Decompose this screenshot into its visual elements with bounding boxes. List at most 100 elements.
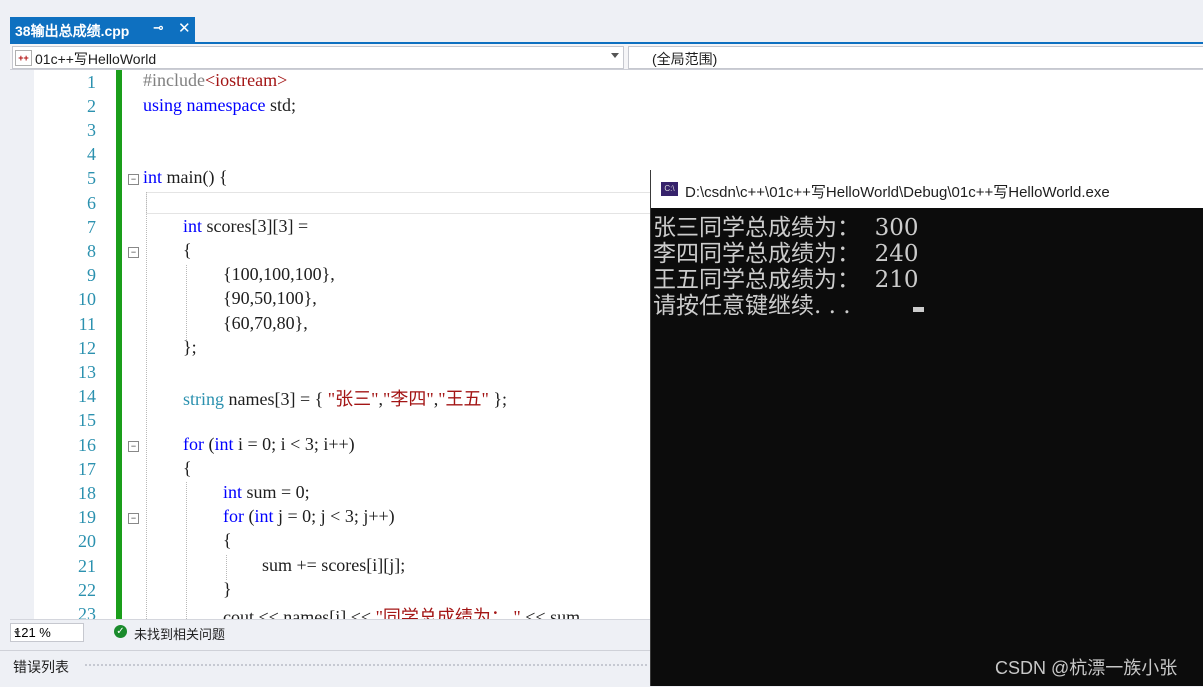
console-icon: C:\ <box>661 182 678 196</box>
code-line-10: {90,50,100}, <box>223 288 317 308</box>
line-number: 4 <box>87 144 96 164</box>
token: sum = 0; <box>246 482 310 502</box>
token: j = 0; j < 3; j++) <box>278 506 395 526</box>
token: for <box>223 506 244 526</box>
console-window[interactable]: C:\ D:\csdn\c++\01c++写HelloWorld\Debug\0… <box>650 170 1203 686</box>
change-tracking-bar <box>116 70 122 619</box>
line-number: 22 <box>78 580 96 600</box>
token: names[3] = { <box>228 389 324 409</box>
line-number: 2 <box>87 96 96 116</box>
code-line-1: #include<iostream> <box>143 70 287 91</box>
token: }; <box>488 389 508 409</box>
watermark: CSDN @杭漂一族小张 <box>995 658 1178 678</box>
token: for <box>183 434 204 454</box>
token: int <box>143 167 163 187</box>
token: namespace <box>186 95 266 115</box>
line-number: 15 <box>78 410 96 430</box>
indent-guide <box>226 555 227 580</box>
line-number: 1 <box>87 72 96 92</box>
issues-status[interactable]: 未找到相关问题 <box>134 624 225 643</box>
code-line-12: }; <box>183 337 197 357</box>
project-name: 01c++写HelloWorld <box>35 51 157 67</box>
console-title-bar[interactable]: C:\ D:\csdn\c++\01c++写HelloWorld\Debug\0… <box>651 170 1203 208</box>
code-line-7: int scores[3][3] = <box>183 216 308 237</box>
token: main() { <box>166 167 228 187</box>
token: "张三" <box>327 389 379 409</box>
line-number: 19 <box>78 507 96 527</box>
navigation-bar: ++ 01c++写HelloWorld (全局范围) <box>10 44 1203 70</box>
line-number: 11 <box>78 314 96 334</box>
line-number: 14 <box>78 386 96 406</box>
code-line-5: int main() { <box>143 167 228 188</box>
indent-guide <box>186 482 187 619</box>
check-circle-icon: ✓ <box>114 625 127 638</box>
code-line-8: { <box>183 240 192 260</box>
collapse-icon[interactable]: − <box>128 174 139 185</box>
console-cursor <box>913 307 924 312</box>
tab-38-cpp[interactable]: 38输出总成绩.cpp ⊸ ✕ <box>10 17 195 42</box>
token: "同学总成绩为： " <box>375 607 521 619</box>
code-line-19: for (int j = 0; j < 3; j++) <box>223 506 395 527</box>
code-line-17: { <box>183 458 192 478</box>
console-title: D:\csdn\c++\01c++写HelloWorld\Debug\01c++… <box>685 184 1110 201</box>
line-number: 7 <box>87 217 96 237</box>
panel-grip[interactable] <box>84 663 649 667</box>
line-number: 21 <box>78 556 96 576</box>
collapse-icon[interactable]: − <box>128 441 139 452</box>
scope-dropdown[interactable]: (全局范围) <box>628 46 1203 69</box>
line-number: 17 <box>78 459 96 479</box>
token: cout << names[i] << <box>223 607 376 619</box>
code-line-22: } <box>223 579 232 599</box>
code-line-2: using namespace std; <box>143 95 296 116</box>
token: string <box>183 389 225 409</box>
line-number: 5 <box>87 168 96 188</box>
token: i = 0; i < 3; i++) <box>238 434 355 454</box>
code-line-20: { <box>223 530 232 550</box>
token: int <box>254 506 274 526</box>
code-line-21: sum += scores[i][j]; <box>262 555 406 575</box>
token: std; <box>269 95 296 115</box>
chevron-down-icon[interactable] <box>14 631 20 635</box>
tab-title: 38输出总成绩.cpp <box>15 23 130 39</box>
code-line-14: string names[3] = { "张三","李四","王五" }; <box>183 385 507 411</box>
line-number: 3 <box>87 120 96 140</box>
zoom-dropdown[interactable]: 121 % <box>10 623 84 642</box>
collapse-icon[interactable]: − <box>128 513 139 524</box>
indent-guide <box>146 192 147 619</box>
editor-margin <box>10 70 34 619</box>
token: int <box>183 216 203 236</box>
token: int <box>223 482 243 502</box>
scope-label: (全局范围) <box>652 51 718 67</box>
line-number: 18 <box>78 483 96 503</box>
line-number: 16 <box>78 435 96 455</box>
console-output-line: 请按任意键继续. . . <box>653 293 858 319</box>
line-number: 23 <box>78 604 96 619</box>
code-line-9: {100,100,100}, <box>223 264 335 284</box>
chevron-down-icon[interactable] <box>611 53 619 58</box>
project-dropdown[interactable]: ++ 01c++写HelloWorld <box>12 46 624 69</box>
token: << sum <box>520 607 581 619</box>
pin-icon[interactable]: ⊸ <box>153 20 164 36</box>
close-icon[interactable]: ✕ <box>178 19 191 37</box>
token: <iostream> <box>204 70 288 90</box>
collapse-icon[interactable]: − <box>128 247 139 258</box>
line-number: 12 <box>78 338 96 358</box>
line-number: 20 <box>78 531 96 551</box>
line-number: 13 <box>78 362 96 382</box>
indent-guide <box>186 265 187 340</box>
line-number: 9 <box>87 265 96 285</box>
token: #include <box>143 70 205 90</box>
token: int <box>214 434 234 454</box>
line-number: 8 <box>87 241 96 261</box>
token: scores[3][3] = <box>206 216 309 236</box>
code-line-18: int sum = 0; <box>223 482 310 503</box>
error-list-title[interactable]: 错误列表 <box>13 657 69 677</box>
token: "王五" <box>438 389 489 409</box>
line-number: 6 <box>87 193 96 213</box>
line-number: 10 <box>78 289 96 309</box>
code-line-23: cout << names[i] << "同学总成绩为： " << sum <box>223 603 580 619</box>
code-line-11: {60,70,80}, <box>223 313 308 333</box>
cpp-project-icon: ++ <box>15 50 32 66</box>
token: "李四" <box>382 389 434 409</box>
token: using <box>143 95 183 115</box>
